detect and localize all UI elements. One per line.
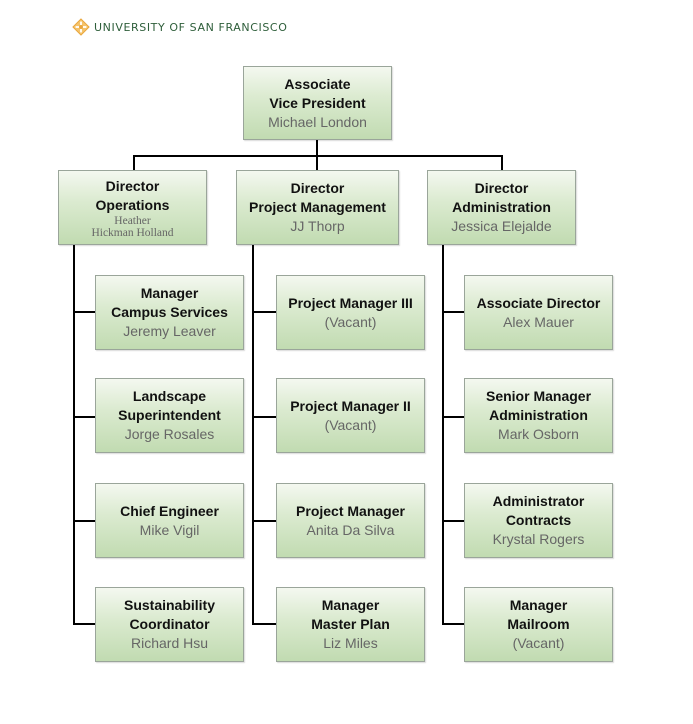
node-title: Sustainability Coordinator	[123, 597, 216, 632]
node-name: Mark Osborn	[498, 426, 579, 442]
connector-line	[73, 520, 97, 522]
org-node-report: Project Manager Anita Da Silva	[276, 483, 425, 558]
connector-line	[316, 155, 318, 171]
connector-line	[73, 623, 97, 625]
node-title: Manager Master Plan	[311, 597, 390, 632]
org-node-report: Landscape Superintendent Jorge Rosales	[95, 378, 244, 453]
node-name: Alex Mauer	[503, 313, 574, 330]
node-title: Landscape Superintendent	[118, 388, 221, 423]
connector-line	[252, 245, 254, 625]
org-node-report: Senior Manager Administration Mark Osbor…	[464, 378, 613, 453]
node-name: Liz Miles	[323, 635, 378, 651]
org-node-director-operations: Director Operations Heather Hickman Holl…	[58, 170, 207, 245]
node-title: Project Manager II	[290, 397, 411, 414]
org-node-associate-vice-president: Associate Vice President Michael London	[243, 66, 392, 140]
connector-line	[252, 623, 277, 625]
connector-line	[252, 520, 277, 522]
org-node-report: Associate Director Alex Mauer	[464, 275, 613, 350]
connector-line	[133, 155, 503, 157]
connector-line	[442, 520, 465, 522]
connector-line	[252, 311, 277, 313]
node-title: Associate Director	[476, 294, 601, 311]
university-logo: UNIVERSITY OF SAN FRANCISCO	[72, 17, 287, 37]
node-title: Manager Campus Services	[111, 285, 228, 320]
org-node-report: Manager Master Plan Liz Miles	[276, 587, 425, 662]
node-name: (Vacant)	[324, 313, 377, 330]
node-title: Manager Mailroom	[507, 597, 570, 632]
node-title: Director Project Management	[249, 180, 386, 215]
org-node-report: Project Manager III (Vacant)	[276, 275, 425, 350]
node-name: Jeremy Leaver	[123, 323, 216, 339]
cross-emblem-icon	[72, 18, 90, 36]
node-title: Director Operations	[95, 177, 170, 213]
node-name: Michael London	[268, 113, 367, 130]
org-node-report: Chief Engineer Mike Vigil	[95, 483, 244, 558]
node-title: Director Administration	[452, 180, 551, 215]
connector-line	[133, 155, 135, 171]
org-node-report: Project Manager II (Vacant)	[276, 378, 425, 453]
node-name: JJ Thorp	[290, 218, 345, 234]
org-node-report: Sustainability Coordinator Richard Hsu	[95, 587, 244, 662]
org-node-report: Manager Campus Services Jeremy Leaver	[95, 275, 244, 350]
node-title: Project Manager	[296, 502, 405, 519]
node-name: Jessica Elejalde	[451, 218, 552, 234]
node-title: Project Manager III	[288, 294, 413, 311]
org-node-report: Administrator Contracts Krystal Rogers	[464, 483, 613, 558]
node-name: Jorge Rosales	[124, 426, 215, 442]
connector-line	[442, 416, 465, 418]
connector-line	[73, 416, 97, 418]
org-node-report: Manager Mailroom (Vacant)	[464, 587, 613, 662]
node-title: Chief Engineer	[120, 502, 219, 519]
logo-text: UNIVERSITY OF SAN FRANCISCO	[94, 20, 288, 34]
connector-line	[442, 311, 465, 313]
node-name: Richard Hsu	[130, 635, 209, 651]
node-name: Krystal Rogers	[492, 531, 585, 547]
connector-line	[442, 623, 465, 625]
node-name: Mike Vigil	[139, 521, 200, 538]
node-name: (Vacant)	[324, 416, 377, 433]
node-name: Anita Da Silva	[306, 521, 395, 538]
node-title: Associate Vice President	[269, 75, 366, 111]
connector-line	[501, 155, 503, 171]
node-name: Heather Hickman Holland	[91, 214, 174, 239]
connector-line	[73, 311, 97, 313]
org-node-director-administration: Director Administration Jessica Elejalde	[427, 170, 576, 245]
node-name: (Vacant)	[512, 635, 565, 651]
org-node-director-project-management: Director Project Management JJ Thorp	[236, 170, 399, 245]
connector-line	[442, 245, 444, 625]
connector-line	[73, 245, 75, 625]
node-title: Senior Manager Administration	[485, 388, 592, 423]
connector-line	[252, 416, 277, 418]
connector-line	[316, 139, 318, 156]
node-title: Administrator Contracts	[492, 493, 585, 528]
